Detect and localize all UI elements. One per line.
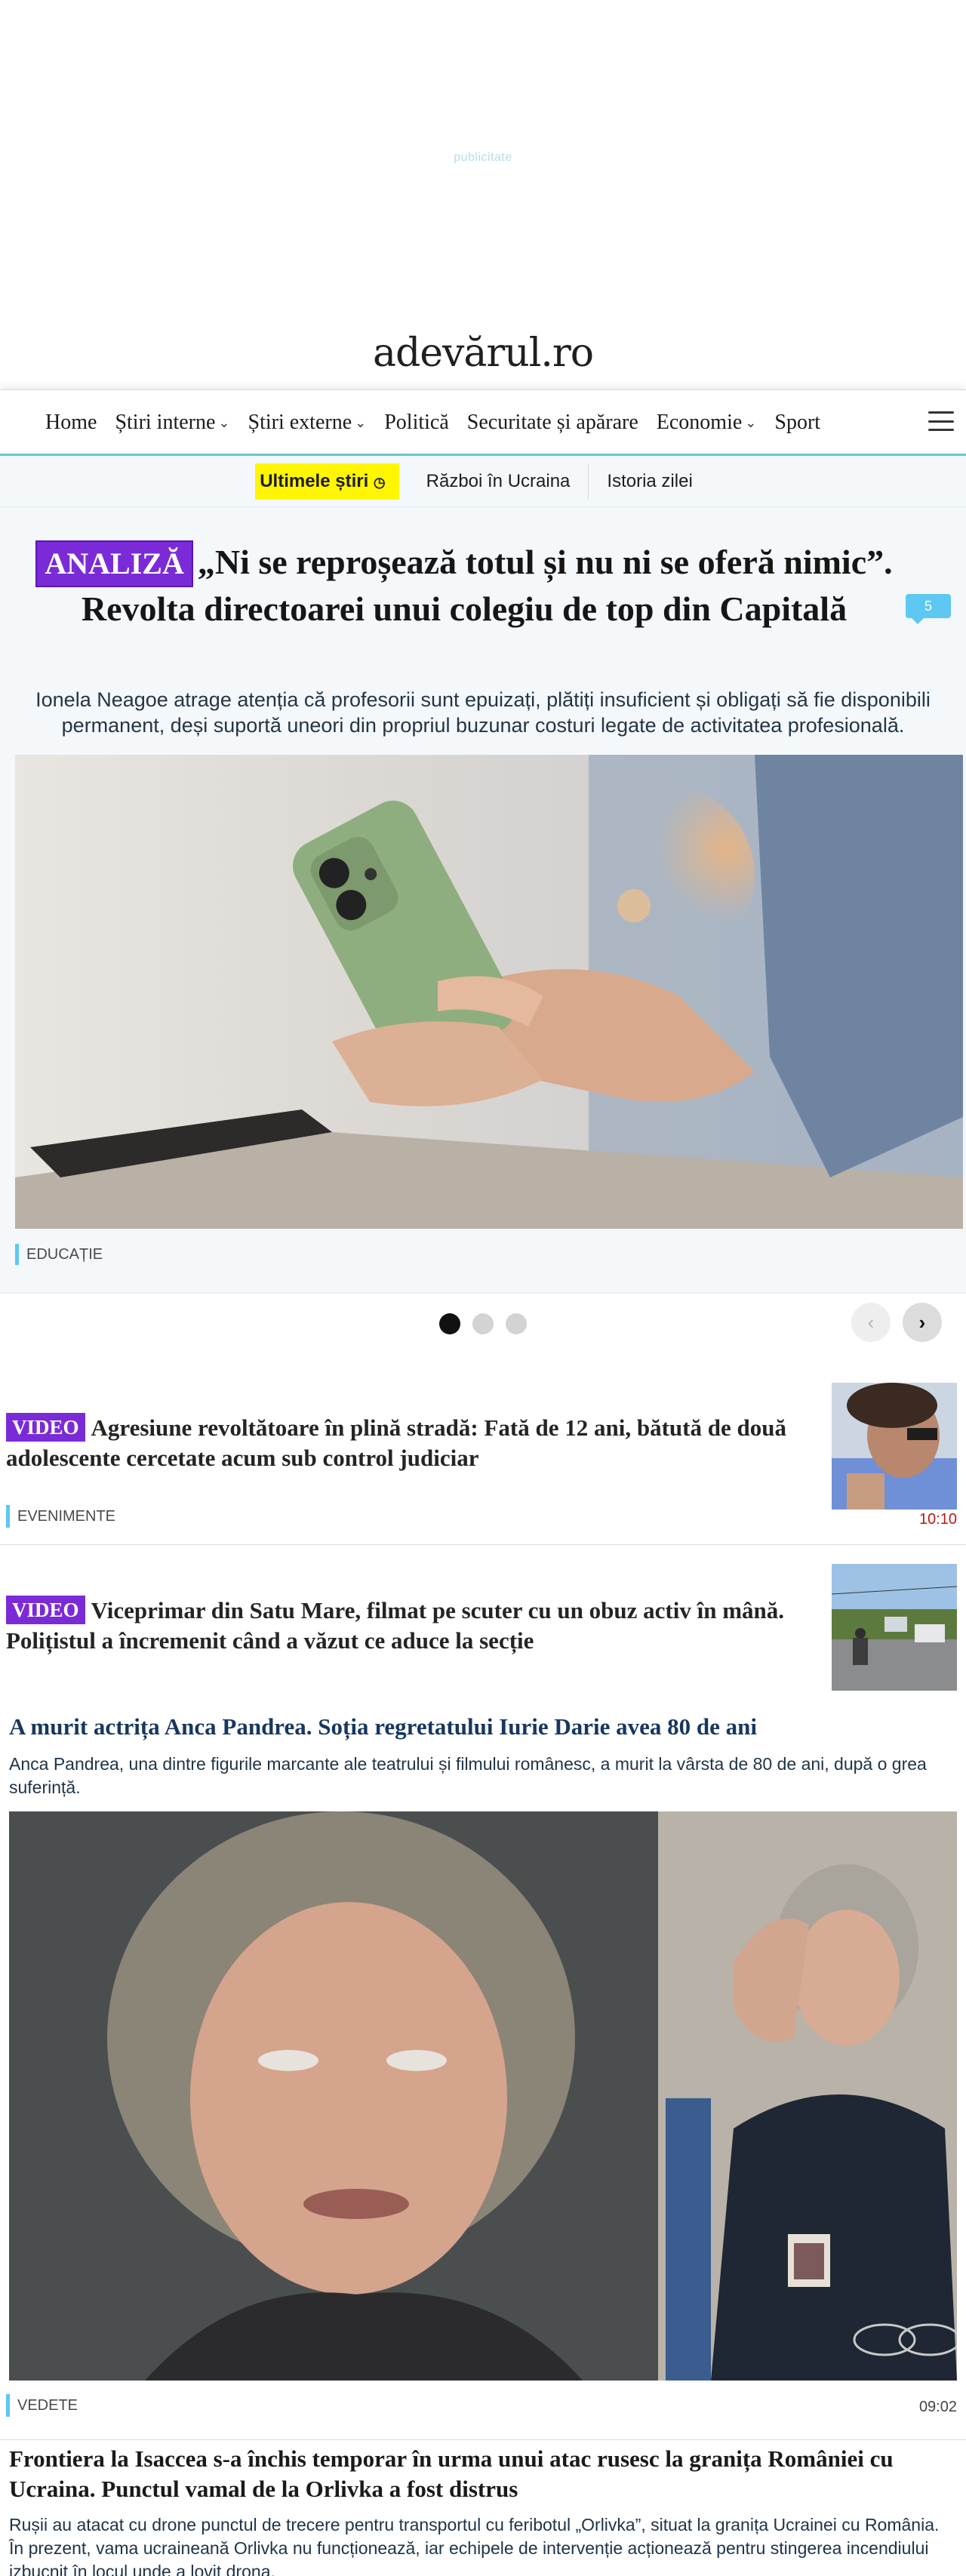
nav-item-label: Știri externe <box>248 410 352 434</box>
subnav-item-istoria-zilei[interactable]: Istoria zilei <box>589 463 710 500</box>
nav-item-stiri-externe[interactable]: Știri externe ⌄ <box>248 411 367 435</box>
article-lead: Rușii au atacat cu drone punctul de trec… <box>9 2515 940 2576</box>
site-header: adevărul.ro <box>0 317 966 389</box>
nav-item-securitate[interactable]: Securitate și apărare <box>467 411 638 435</box>
featured-title[interactable]: A murit actrița Anca Pandrea. Soția regr… <box>9 1712 952 1742</box>
nav-item-label: Sport <box>774 410 821 434</box>
nav-item-label: Politică <box>384 410 449 434</box>
site-logo[interactable]: adevărul.ro <box>373 331 594 376</box>
hamburger-icon[interactable] <box>928 411 954 431</box>
nav-item-stiri-interne[interactable]: Știri interne ⌄ <box>115 411 229 435</box>
featured-photo-actress <box>9 1811 957 2381</box>
article-time: 10:10 <box>918 1511 957 1528</box>
nav-item-economie[interactable]: Economie ⌄ <box>657 411 757 435</box>
nav-item-label: Securitate și apărare <box>466 410 638 434</box>
thumbnail-photo <box>832 1383 957 1510</box>
article-item: VIDEO Viceprimar din Satu Mare, filmat pe… <box>0 1546 966 1704</box>
article-divider <box>0 2439 966 2440</box>
carousel-prev-button[interactable]: ‹ <box>851 1303 891 1342</box>
nav-item-sport[interactable]: Sport <box>774 411 820 435</box>
nav-item-label: Home <box>45 410 97 434</box>
sub-nav: Ultimele știri ◷ Război în Ucraina Istor… <box>0 456 966 507</box>
carousel-controls: ‹ › <box>0 1294 966 1356</box>
featured-image[interactable] <box>9 1811 957 2381</box>
nav-item-home[interactable]: Home <box>45 411 97 435</box>
carousel-dots <box>439 1313 527 1334</box>
video-tag: VIDEO <box>6 1413 85 1442</box>
video-tag: VIDEO <box>6 1596 85 1624</box>
analysis-tag: ANALIZĂ <box>35 540 193 587</box>
carousel-dot-1[interactable] <box>439 1313 460 1334</box>
hero-image[interactable] <box>15 755 963 1229</box>
article-category[interactable]: EVENIMENTE <box>6 1505 115 1528</box>
article-title[interactable]: Frontiera la Isaccea s-a închis temporar… <box>9 2444 952 2504</box>
latest-news-link[interactable]: Ultimele știri ◷ <box>255 463 399 500</box>
carousel-next-button[interactable]: › <box>903 1303 942 1342</box>
latest-news-label: Ultimele știri <box>260 470 369 491</box>
clock-icon: ◷ <box>373 474 386 490</box>
chevron-down-icon: ⌄ <box>218 415 230 430</box>
article-divider <box>0 1544 966 1545</box>
featured-time: 09:02 <box>918 2399 957 2415</box>
article-title[interactable]: VIDEO Agresiune revoltătoare în plină str… <box>6 1413 821 1473</box>
article-title-text: Agresiune revoltătoare în plină stradă: … <box>6 1414 786 1471</box>
ad-label: publicitate <box>454 151 512 164</box>
article-thumbnail[interactable] <box>832 1564 957 1691</box>
nav-item-label: Știri interne <box>115 410 216 434</box>
hero-lead: Ionela Neagoe atrage atenția că profesor… <box>35 688 931 737</box>
article-thumbnail[interactable] <box>832 1383 957 1510</box>
main-nav: Home Știri interne ⌄ Știri externe ⌄ Polit… <box>0 389 966 456</box>
ad-placeholder: publicitate <box>0 0 966 317</box>
hero-title-text: „Ni se reproșează totul și nu ni se ofer… <box>81 543 893 628</box>
hero-article: ANALIZĂ „Ni se reproșează totul și nu ni … <box>0 507 966 1294</box>
hero-category[interactable]: EDUCAȚIE <box>15 1244 103 1265</box>
featured-article: A murit actrița Anca Pandrea. Soția regr… <box>0 1704 966 2444</box>
article-title[interactable]: VIDEO Viceprimar din Satu Mare, filmat pe… <box>6 1596 821 1656</box>
thumbnail-photo <box>832 1564 957 1691</box>
subnav-item-razboi-ucraina[interactable]: Război în Ucraina <box>408 463 589 500</box>
nav-items: Home Știri interne ⌄ Știri externe ⌄ Polit… <box>45 390 820 454</box>
hero-title[interactable]: ANALIZĂ „Ni se reproșează totul și nu ni … <box>15 540 913 631</box>
hero-photo-phone-in-hands <box>15 755 963 1229</box>
comment-count-badge[interactable]: 5 <box>906 594 951 624</box>
featured-category[interactable]: VEDETE <box>6 2394 78 2417</box>
nav-item-politica[interactable]: Politică <box>384 411 449 435</box>
chevron-down-icon: ⌄ <box>745 415 757 430</box>
article-item: Frontiera la Isaccea s-a închis temporar… <box>0 2444 966 2576</box>
carousel-dot-2[interactable] <box>472 1313 494 1334</box>
article-item: VIDEO Agresiune revoltătoare în plină str… <box>0 1356 966 1546</box>
nav-item-label: Economie <box>656 410 743 434</box>
article-title-text: Viceprimar din Satu Mare, filmat pe scut… <box>6 1597 785 1654</box>
carousel-dot-3[interactable] <box>506 1313 527 1334</box>
chevron-down-icon: ⌄ <box>355 415 367 430</box>
featured-lead: Anca Pandrea, una dintre figurile marcan… <box>9 1754 927 1797</box>
